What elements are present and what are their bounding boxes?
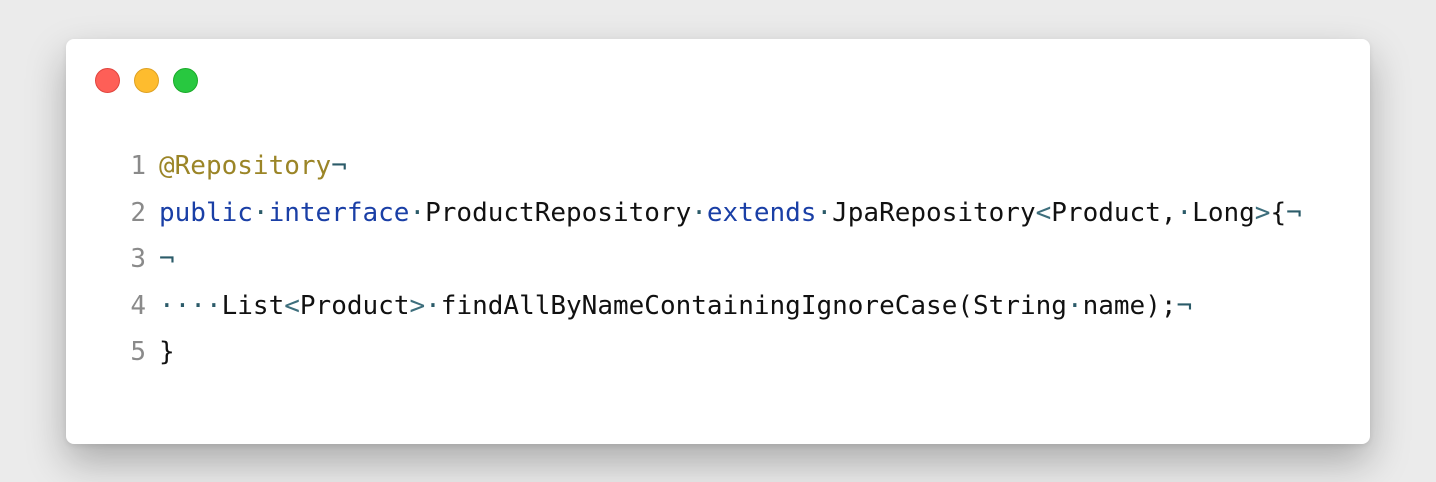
code-block: 1 @Repository¬ 2 public·interface·ProductRe… (122, 143, 1302, 376)
code-token-plain: { (1270, 197, 1287, 228)
line-number: 2 (130, 197, 146, 228)
code-token-whitespace: · (816, 197, 833, 228)
code-token-keyword: interface (268, 197, 410, 228)
code-text: ¬ (159, 236, 175, 283)
code-line: 3 ¬ (122, 236, 1302, 283)
code-line: 1 @Repository¬ (122, 143, 1302, 190)
code-token-plain: } (159, 337, 175, 367)
line-number: 3 (130, 244, 146, 274)
code-token-keyword: public (159, 197, 253, 228)
code-text: @Repository¬ (159, 143, 347, 190)
code-line: 2 public·interface·ProductRepository·exte… (122, 190, 1302, 237)
code-token-punct: > (1254, 197, 1271, 228)
code-token-whitespace: · (691, 197, 707, 228)
code-line: 4 ····List<Product>·findAllByNameContaini… (122, 283, 1302, 330)
code-text: public·interface·ProductRepository·exten… (159, 190, 1302, 237)
line-number: 1 (130, 151, 146, 181)
code-token-plain: JpaRepository (832, 197, 1036, 228)
code-token-whitespace: · (1066, 290, 1083, 321)
code-token-plain: List (221, 290, 285, 321)
line-number: 5 (130, 337, 146, 367)
code-token-whitespace: ¬ (159, 244, 175, 274)
code-token-punct: < (284, 290, 300, 321)
line-number: 4 (130, 290, 146, 321)
code-token-plain: Long (1192, 197, 1255, 228)
code-token-whitespace: ¬ (1176, 290, 1193, 321)
code-token-annotation: @Repository (159, 151, 332, 181)
code-token-whitespace: · (425, 290, 441, 321)
code-token-punct: < (1035, 197, 1052, 228)
close-button[interactable] (95, 68, 120, 93)
zoom-button[interactable] (173, 68, 198, 93)
code-window: 1 @Repository¬ 2 public·interface·ProductRe… (66, 39, 1370, 444)
window-controls (95, 68, 198, 94)
code-token-plain: Product (299, 290, 410, 321)
code-token-whitespace: · (252, 197, 269, 228)
code-token-keyword: extends (706, 197, 817, 228)
code-token-whitespace: ¬ (1286, 197, 1302, 228)
code-token-plain: name); (1082, 290, 1177, 321)
code-text: ····List<Product>·findAllByNameContainin… (159, 283, 1192, 330)
code-token-whitespace: ···· (159, 290, 222, 321)
code-token-whitespace: · (1176, 197, 1193, 228)
code-token-plain: Product, (1051, 197, 1177, 228)
code-token-plain: ProductRepository (425, 197, 692, 228)
code-token-plain: findAllByNameContainingIgnoreCase(String (440, 290, 1067, 321)
code-line: 5} (122, 329, 1302, 376)
code-text: } (159, 329, 175, 376)
code-token-whitespace: · (409, 197, 426, 228)
minimize-button[interactable] (134, 68, 159, 93)
code-token-punct: > (409, 290, 426, 321)
code-token-whitespace: ¬ (331, 151, 347, 181)
